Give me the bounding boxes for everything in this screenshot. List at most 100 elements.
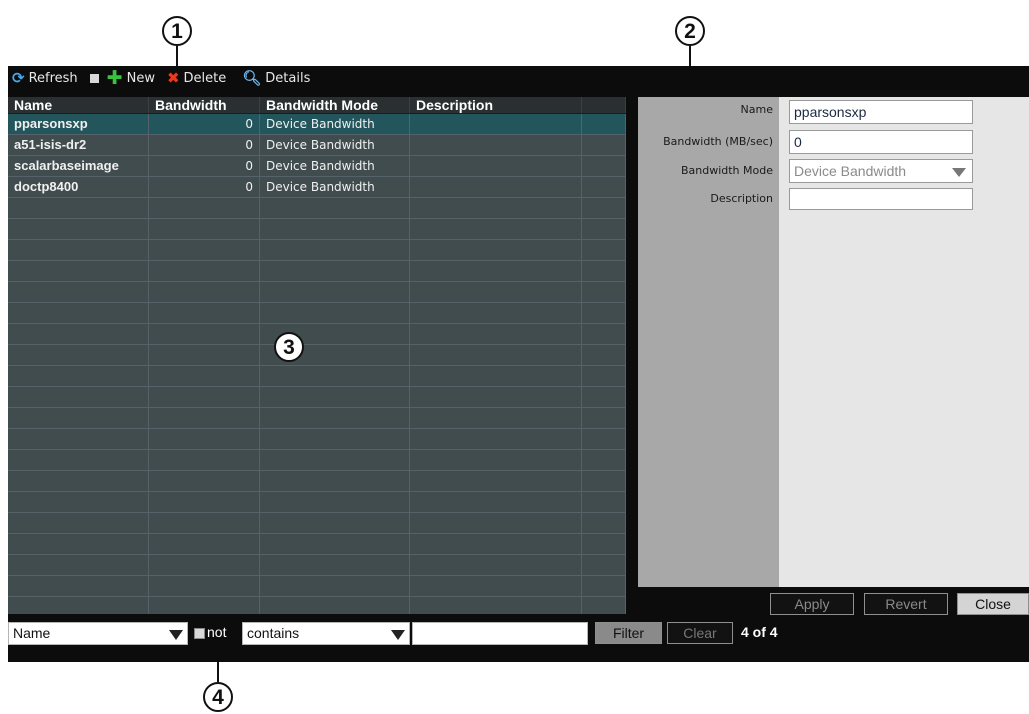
table-row[interactable] [8, 261, 626, 282]
cell-bandwidth [149, 408, 260, 428]
table-row[interactable] [8, 576, 626, 597]
filter-button[interactable]: Filter [595, 622, 662, 644]
revert-button[interactable]: Revert [864, 593, 948, 615]
table-row[interactable] [8, 429, 626, 450]
details-button[interactable]: 🔍︎ Details [242, 69, 310, 87]
cell-description [410, 471, 582, 491]
cell-bandwidth [149, 471, 260, 491]
table-row[interactable]: pparsonsxp 0 Device Bandwidth [8, 114, 626, 135]
table-row[interactable] [8, 198, 626, 219]
cell-name [8, 345, 149, 365]
table-row[interactable] [8, 555, 626, 576]
cell-bandwidth-mode [260, 261, 410, 281]
cell-bandwidth [149, 282, 260, 302]
plus-icon: ✚ [106, 67, 123, 89]
cell-bandwidth-mode [260, 219, 410, 239]
cell-bandwidth [149, 555, 260, 575]
cell-name [8, 366, 149, 386]
cell-bandwidth-mode [260, 513, 410, 533]
table-row[interactable] [8, 450, 626, 471]
cell-name [8, 555, 149, 575]
table-row[interactable] [8, 366, 626, 387]
bandwidth-mode-select[interactable]: Device Bandwidth [789, 159, 973, 183]
cell-bandwidth [149, 429, 260, 449]
column-header-bandwidth[interactable]: Bandwidth [149, 97, 260, 113]
cell-bandwidth [149, 534, 260, 554]
cell-description [410, 156, 582, 176]
callout-2: 2 [675, 16, 705, 46]
cell-description [410, 177, 582, 197]
cell-description [410, 219, 582, 239]
cell-description [410, 597, 582, 614]
cell-bandwidth [149, 387, 260, 407]
cell-bandwidth-mode [260, 387, 410, 407]
table-row[interactable] [8, 534, 626, 555]
callout-4: 4 [203, 682, 233, 712]
cell-bandwidth-mode [260, 429, 410, 449]
table-row[interactable]: a51-isis-dr2 0 Device Bandwidth [8, 135, 626, 156]
cell-spacer [582, 450, 626, 470]
table-row[interactable] [8, 324, 626, 345]
name-field[interactable]: pparsonsxp [789, 100, 973, 124]
table-row[interactable] [8, 408, 626, 429]
cell-name [8, 240, 149, 260]
cell-spacer [582, 408, 626, 428]
grid-header: Name Bandwidth Bandwidth Mode Descriptio… [8, 97, 626, 114]
cell-spacer [582, 513, 626, 533]
filter-field-select[interactable]: Name [8, 622, 188, 645]
cell-bandwidth [149, 303, 260, 323]
cell-spacer [582, 219, 626, 239]
refresh-button[interactable]: ⟳ Refresh [12, 69, 78, 87]
filter-text-input[interactable] [412, 622, 588, 645]
cell-name [8, 387, 149, 407]
chevron-down-icon [391, 630, 405, 640]
table-row[interactable] [8, 303, 626, 324]
cell-bandwidth-mode: Device Bandwidth [260, 156, 410, 176]
cell-name: a51-isis-dr2 [8, 135, 149, 155]
column-header-name[interactable]: Name [8, 97, 149, 113]
cell-bandwidth-mode [260, 597, 410, 614]
delete-button[interactable]: ✖ Delete [167, 69, 226, 87]
not-checkbox[interactable] [194, 628, 205, 639]
cell-description [410, 366, 582, 386]
table-row[interactable] [8, 282, 626, 303]
bandwidth-field[interactable]: 0 [789, 130, 973, 154]
description-field[interactable] [789, 188, 973, 210]
table-row[interactable]: scalarbaseimage 0 Device Bandwidth [8, 156, 626, 177]
cell-spacer [582, 240, 626, 260]
table-row[interactable] [8, 513, 626, 534]
cell-description [410, 555, 582, 575]
apply-button[interactable]: Apply [770, 593, 854, 615]
cell-spacer [582, 387, 626, 407]
cell-bandwidth-mode: Device Bandwidth [260, 135, 410, 155]
table-row[interactable] [8, 240, 626, 261]
table-row[interactable] [8, 492, 626, 513]
bandwidth-mode-label: Bandwidth Mode [680, 164, 773, 177]
column-header-bandwidth-mode[interactable]: Bandwidth Mode [260, 97, 410, 113]
cell-name [8, 471, 149, 491]
table-row[interactable] [8, 471, 626, 492]
cell-bandwidth [149, 450, 260, 470]
new-button[interactable]: ✚ New [107, 67, 155, 89]
close-button[interactable]: Close [957, 593, 1029, 615]
cell-bandwidth-mode [260, 303, 410, 323]
cell-spacer [582, 534, 626, 554]
cell-bandwidth [149, 597, 260, 614]
table-row[interactable] [8, 345, 626, 366]
cell-description [410, 387, 582, 407]
table-row[interactable] [8, 597, 626, 614]
filter-operator-select[interactable]: contains [242, 622, 410, 645]
cell-description [410, 282, 582, 302]
cell-bandwidth [149, 198, 260, 218]
table-row[interactable] [8, 219, 626, 240]
cell-bandwidth [149, 324, 260, 344]
cell-spacer [582, 345, 626, 365]
cell-description [410, 324, 582, 344]
cell-bandwidth [149, 240, 260, 260]
table-row[interactable]: doctp8400 0 Device Bandwidth [8, 177, 626, 198]
clear-button[interactable]: Clear [667, 622, 733, 644]
delete-x-icon: ✖ [166, 69, 180, 87]
bandwidth-manager-window: ⟳ Refresh ✚ New ✖ Delete 🔍︎ Details Name… [8, 66, 1029, 662]
table-row[interactable] [8, 387, 626, 408]
column-header-description[interactable]: Description [410, 97, 582, 113]
